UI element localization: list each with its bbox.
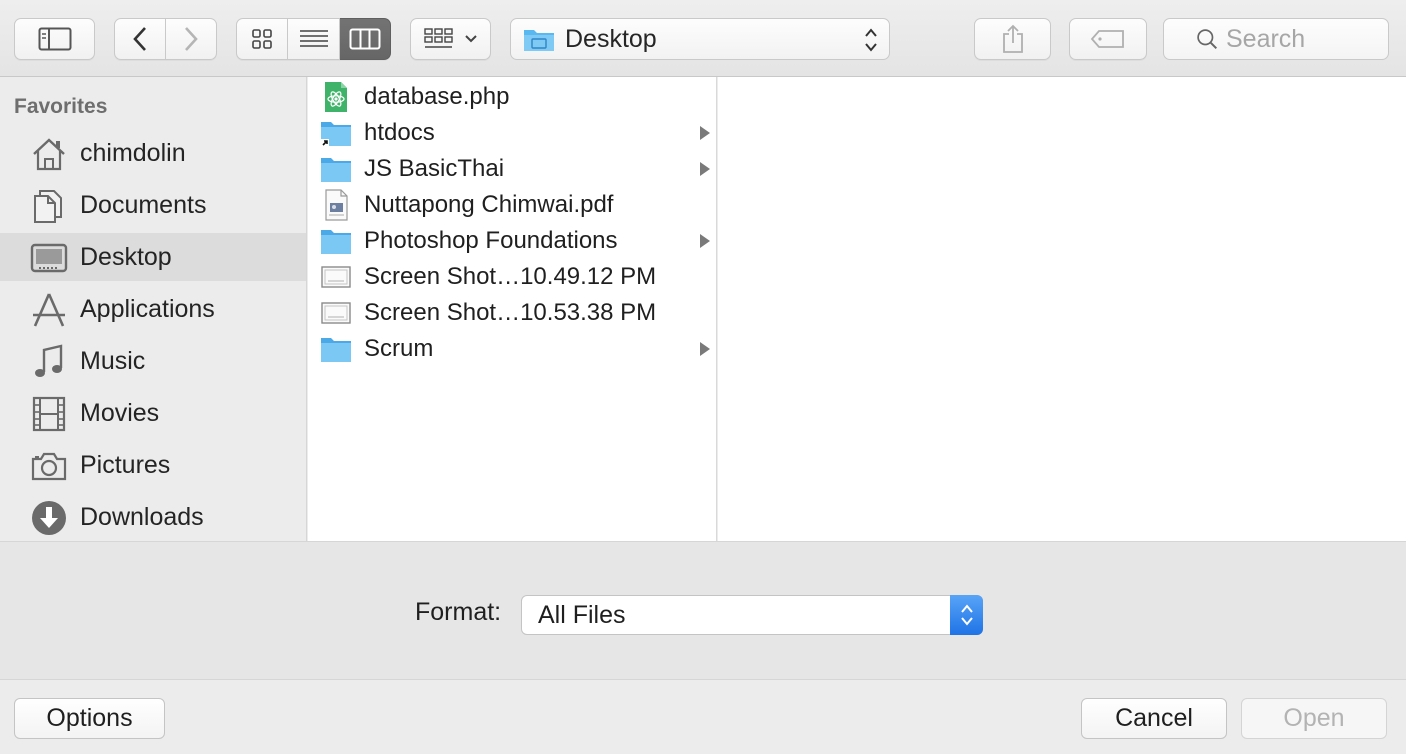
file-name: Screen Shot…10.49.12 PM [364,263,657,290]
sidebar-item-documents[interactable]: Documents [0,181,306,229]
folder-icon [321,338,351,362]
format-accessory-panel: Format: All Files [0,541,1406,680]
sidebar-item-applications[interactable]: Applications [0,285,306,333]
file-name: JS BasicThai [364,155,505,182]
location-popup[interactable]: Desktop [510,18,890,60]
open-button[interactable]: Open [1241,698,1387,739]
format-label: Format: [415,598,502,626]
sidebar: Favorites chimdolin Documents Desktop Ap… [0,77,307,541]
file-row-nuttapong-pdf[interactable]: Nuttapong Chimwai.pdf [308,187,716,223]
up-down-chevron-icon [865,28,877,52]
screenshot-file-icon [321,302,351,324]
file-row-scrum[interactable]: Scrum [308,331,716,367]
sidebar-item-music[interactable]: Music [0,337,306,385]
sidebar-item-label: Desktop [80,242,172,271]
pdf-file-icon [325,189,348,221]
file-name: Photoshop Foundations [364,227,618,254]
file-row-htdocs[interactable]: htdocs [308,115,716,151]
column-view-button[interactable] [340,18,391,60]
dialog-button-bar: Options Cancel Open [0,680,1406,754]
sidebar-item-label: Documents [80,190,207,219]
share-icon [1002,24,1023,53]
back-button[interactable] [114,18,166,60]
sidebar-item-movies[interactable]: Movies [0,389,306,437]
tag-button[interactable] [1069,18,1147,60]
disclosure-arrow-icon [700,234,710,248]
sidebar-item-label: Movies [80,398,160,427]
arrange-grid-icon [423,28,453,48]
sidebar-item-label: chimdolin [80,138,186,167]
file-name: Nuttapong Chimwai.pdf [364,191,614,218]
desktop-icon [30,243,68,273]
sidebar-item-desktop[interactable]: Desktop [0,233,306,281]
disclosure-arrow-icon [700,126,710,140]
file-name: Screen Shot…10.53.38 PM [364,299,657,326]
format-selected-value: All Files [538,600,626,629]
sidebar-toggle-button[interactable] [14,18,95,60]
icon-grid-icon [252,29,272,49]
sidebar-item-label: Music [80,346,146,375]
search-icon [1197,29,1218,50]
folder-icon [321,230,351,254]
sidebar-item-label: Pictures [80,450,171,479]
disclosure-arrow-icon [700,342,710,356]
sidebar-heading: Favorites [14,95,108,118]
camera-icon [31,452,67,481]
sidebar-item-downloads[interactable]: Downloads [0,493,306,541]
file-browser-column: database.php htdocs JS BasicThai Nuttapo… [308,77,717,541]
file-name: Scrum [364,335,434,362]
share-button[interactable] [974,18,1051,60]
chevron-down-icon [464,35,477,43]
format-select-stepper[interactable] [950,595,983,635]
sidebar-toggle-icon [38,27,71,51]
home-icon [33,138,65,171]
up-down-chevron-icon [960,604,973,626]
toolbar: Desktop [0,0,1406,77]
folder-icon [321,158,351,182]
sidebar-item-label: Applications [80,294,215,323]
screenshot-file-icon [321,266,351,288]
film-strip-icon [32,396,66,432]
download-arrow-icon [32,501,66,535]
folder-alias-icon [321,122,351,147]
file-name: htdocs [364,119,435,146]
sidebar-item-label: Downloads [80,502,204,531]
music-note-icon [35,344,63,377]
arrange-button[interactable] [410,18,491,60]
file-row-screenshot-2[interactable]: Screen Shot…10.53.38 PM [308,295,716,331]
location-label: Desktop [565,24,657,53]
columns-icon [349,28,381,50]
options-button[interactable]: Options [14,698,165,739]
list-view-button[interactable] [288,18,340,60]
file-name: database.php [364,83,510,110]
list-lines-icon [299,30,328,47]
folder-icon [524,30,554,51]
search-input[interactable] [1224,23,1388,55]
file-row-screenshot-1[interactable]: Screen Shot…10.49.12 PM [308,259,716,295]
documents-icon [34,190,62,223]
atom-file-icon [325,82,347,112]
preview-column [718,77,1406,541]
sidebar-item-chimdolin[interactable]: chimdolin [0,129,306,177]
file-row-js-basicthai[interactable]: JS BasicThai [308,151,716,187]
disclosure-arrow-icon [700,162,710,176]
cancel-button[interactable]: Cancel [1081,698,1227,739]
icon-view-button[interactable] [236,18,288,60]
applications-icon [33,293,65,327]
sidebar-item-pictures[interactable]: Pictures [0,441,306,489]
tag-icon [1090,30,1124,48]
forward-button[interactable] [166,18,217,60]
file-row-photoshop-foundations[interactable]: Photoshop Foundations [308,223,716,259]
search-field[interactable] [1163,18,1389,60]
file-row-database-php[interactable]: database.php [308,79,716,115]
chevron-left-icon [133,27,146,51]
chevron-right-icon [185,27,198,51]
format-select[interactable]: All Files [521,595,983,635]
